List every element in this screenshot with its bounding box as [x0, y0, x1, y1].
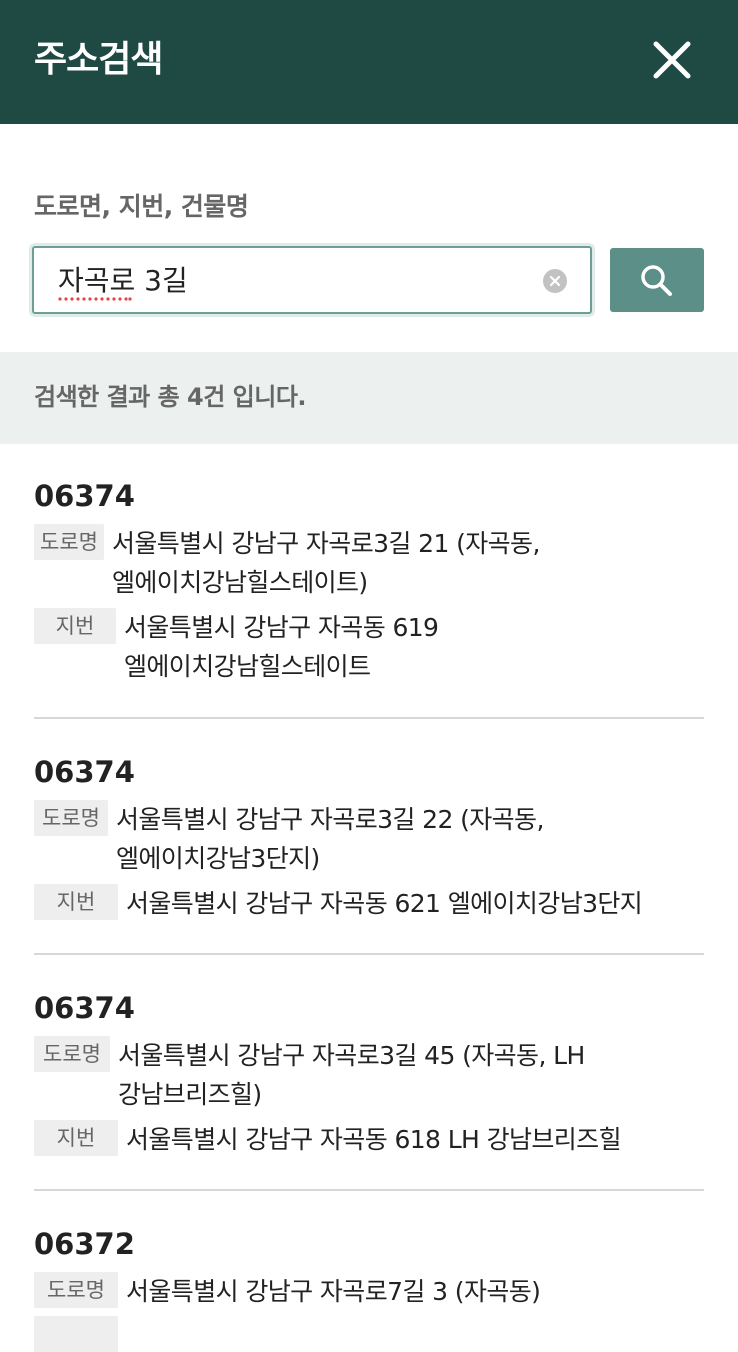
- zip-code: 06374: [34, 755, 135, 789]
- road-address-line1: 서울특별시 강남구 자곡로3길 22 (자곡동,: [116, 805, 544, 834]
- close-button[interactable]: [648, 36, 696, 84]
- spellcheck-underline: [58, 297, 132, 301]
- close-icon: [653, 41, 691, 79]
- zip-code: 06374: [34, 991, 135, 1025]
- lot-address-line1: 서울특별시 강남구 자곡동 618 LH 강남브리즈힐: [126, 1125, 622, 1154]
- lot-number-tag: 지번: [34, 1120, 118, 1156]
- search-icon: [641, 265, 672, 296]
- road-address-line1: 서울특별시 강남구 자곡로3길 45 (자곡동, LH: [118, 1041, 585, 1070]
- result-item[interactable]: 06372 도로명 서울특별시 강남구 자곡로7길 3 (자곡동): [34, 1226, 704, 1352]
- result-item[interactable]: 06374 도로명 서울특별시 강남구 자곡로3길 45 (자곡동, LH 강남…: [34, 990, 704, 1170]
- road-name-tag: 도로명: [34, 1036, 110, 1072]
- search-input[interactable]: [58, 264, 518, 298]
- clear-search-button[interactable]: [542, 268, 568, 294]
- road-name-tag: 도로명: [34, 1272, 118, 1308]
- road-name-tag: 도로명: [34, 800, 108, 836]
- lot-address-line1: 서울특별시 강남구 자곡동 619: [124, 613, 439, 642]
- lot-address-line1: 서울특별시 강남구 자곡동 621 엘에이치강남3단지: [126, 889, 643, 918]
- road-name-tag: 도로명: [34, 524, 104, 560]
- road-address-line1: 서울특별시 강남구 자곡로7길 3 (자곡동): [126, 1277, 541, 1306]
- search-field-label: 도로면, 지번, 건물명: [34, 192, 249, 221]
- lot-number-tag: 지번: [34, 884, 118, 920]
- zip-code: 06374: [34, 479, 135, 513]
- result-divider: [34, 953, 704, 955]
- search-input-container[interactable]: [32, 246, 592, 314]
- road-address-line2: 엘에이치강남3단지): [116, 844, 320, 873]
- road-address-line1: 서울특별시 강남구 자곡로3길 21 (자곡동,: [112, 529, 540, 558]
- result-item[interactable]: 06374 도로명 서울특별시 강남구 자곡로3길 21 (자곡동, 엘에이치강…: [34, 478, 704, 688]
- result-divider: [34, 717, 704, 719]
- lot-number-tag: [34, 1316, 118, 1352]
- clear-circle-x-icon: [543, 269, 567, 293]
- zip-code: 06372: [34, 1227, 135, 1261]
- lot-address-line2: 엘에이치강남힐스테이트: [124, 652, 371, 681]
- result-summary-bar: 검색한 결과 총 4건 입니다.: [0, 352, 738, 444]
- result-divider: [34, 1189, 704, 1191]
- lot-number-tag: 지번: [34, 608, 116, 644]
- header-bar: 주소검색: [0, 0, 738, 124]
- search-button[interactable]: [610, 248, 704, 312]
- road-address-line2: 엘에이치강남힐스테이트): [112, 568, 368, 597]
- result-item[interactable]: 06374 도로명 서울특별시 강남구 자곡로3길 22 (자곡동, 엘에이치강…: [34, 754, 704, 934]
- page-title: 주소검색: [34, 39, 163, 80]
- result-count-text: 검색한 결과 총 4건 입니다.: [34, 383, 307, 411]
- road-address-line2: 강남브리즈힐): [118, 1080, 262, 1109]
